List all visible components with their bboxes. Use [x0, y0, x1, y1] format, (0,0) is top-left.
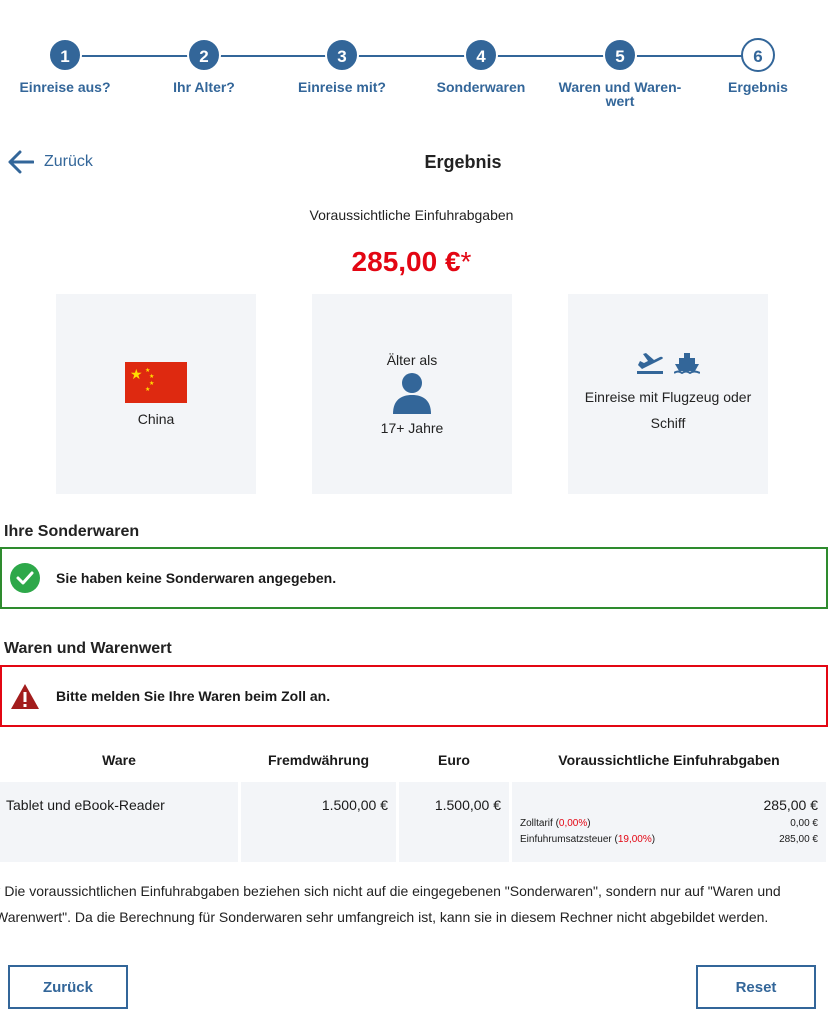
cell-foreign: 1.500,00 € — [241, 782, 396, 862]
reset-button[interactable]: Reset — [696, 965, 816, 1009]
step-5[interactable]: 5 Waren und Waren-wert — [550, 38, 690, 108]
special-goods-success-alert: Sie haben keine Sonderwaren angegeben. — [0, 547, 828, 609]
duty-detail-label: Einfuhrumsatzsteuer — [520, 834, 612, 845]
transport-icons — [636, 352, 700, 374]
age-prefix: Älter als — [386, 352, 438, 368]
step-3-number: 3 — [325, 38, 359, 72]
duty-detail-row: Einfuhrumsatzsteuer (19,00%) 285,00 € — [520, 834, 818, 845]
col-header-duties: Voraussichtliche Einfuhrabgaben — [558, 752, 780, 768]
china-flag-icon: ★ ★ ★ ★ ★ — [125, 361, 187, 403]
age-card: Älter als 17+ Jahre — [312, 294, 512, 494]
person-icon — [393, 373, 431, 414]
warning-triangle-icon — [10, 683, 40, 710]
transport-card: Einreise mit Flugzeug oder Schiff — [568, 294, 768, 494]
step-3[interactable]: 3 Einreise mit? — [272, 38, 412, 94]
check-circle-icon — [10, 563, 40, 593]
col-header-euro: Euro — [438, 752, 470, 768]
step-1-number: 1 — [48, 38, 82, 72]
col-header-foreign: Fremdwährung — [267, 752, 370, 768]
step-3-label: Einreise mit? — [298, 79, 386, 95]
step-6-number: 6 — [741, 38, 775, 72]
duties-total: 285,00 € — [763, 797, 819, 813]
special-goods-heading: Ihre Sonderwaren — [4, 523, 140, 540]
step-1-label: Einreise aus? — [19, 79, 111, 95]
step-4[interactable]: 4 Sonderwaren — [411, 38, 551, 94]
total-marker: * — [460, 246, 472, 277]
goods-heading: Waren und Warenwert — [4, 640, 172, 657]
back-button[interactable]: Zurück — [8, 965, 128, 1009]
country-label: China — [137, 410, 175, 427]
step-4-number: 4 — [464, 38, 498, 72]
duty-detail-rate: 0,00% — [558, 818, 588, 829]
table-row: Tablet und eBook-Reader 1.500,00 € 1.500… — [0, 782, 829, 862]
step-5-label: Waren und Waren-wert — [558, 79, 682, 109]
country-card: ★ ★ ★ ★ ★ China — [56, 294, 256, 494]
step-5-number: 5 — [603, 38, 637, 72]
age-value: 17+ Jahre — [380, 420, 444, 436]
page-title: Ergebnis — [0, 152, 829, 173]
step-1[interactable]: 1 Einreise aus? — [0, 38, 135, 94]
result-subtitle: Voraussichtliche Einfuhrabgaben — [309, 207, 514, 223]
goods-warning-alert: Bitte melden Sie Ihre Waren beim Zoll an… — [0, 665, 828, 727]
step-6-label: Ergebnis — [728, 79, 788, 95]
cell-ware: Tablet und eBook-Reader — [0, 782, 238, 862]
step-2[interactable]: 2 Ihr Alter? — [134, 38, 274, 94]
transport-label: Einreise mit Flugzeug oder Schiff — [584, 389, 752, 431]
duty-detail-amount: 0,00 € — [790, 818, 818, 829]
cell-duties: 285,00 € Zolltarif (0,00%) 0,00 € Einfuh… — [512, 782, 826, 862]
step-2-label: Ihr Alter? — [173, 79, 235, 95]
ship-icon — [674, 353, 700, 374]
duty-detail-amount: 285,00 € — [779, 834, 818, 845]
progress-stepper: 1 Einreise aus? 2 Ihr Alter? 3 Einreise … — [0, 38, 829, 118]
footnote: * Die voraussichtlichen Einfuhrabgaben b… — [0, 883, 781, 925]
step-6: 6 Ergebnis — [688, 38, 828, 94]
page-title-text: Ergebnis — [424, 152, 502, 172]
duty-detail-row: Zolltarif (0,00%) 0,00 € — [520, 818, 818, 829]
total-value: 285,00 € — [351, 246, 461, 277]
goods-message: Bitte melden Sie Ihre Waren beim Zoll an… — [56, 688, 331, 704]
special-goods-message: Sie haben keine Sonderwaren angegeben. — [56, 570, 337, 586]
cell-euro: 1.500,00 € — [399, 782, 509, 862]
col-header-ware: Ware — [102, 752, 136, 768]
airplane-icon — [637, 353, 663, 374]
total-amount: 285,00 €* — [0, 246, 823, 278]
step-4-label: Sonderwaren — [436, 79, 526, 95]
step-2-number: 2 — [187, 38, 221, 72]
duty-detail-rate: 19,00% — [617, 834, 652, 845]
duty-detail-label: Zolltarif — [520, 818, 553, 829]
